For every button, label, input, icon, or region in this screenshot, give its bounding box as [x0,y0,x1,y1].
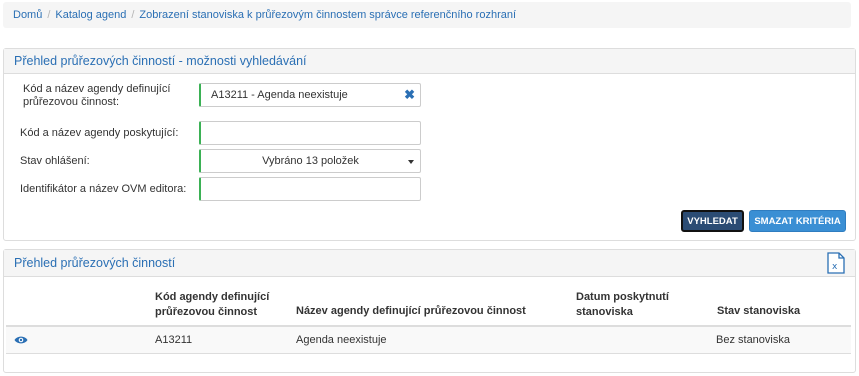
close-icon[interactable]: ✖ [404,87,415,103]
column-header-status[interactable]: Stav stanoviska [717,304,800,319]
defining-agenda-value: A13211 - Agenda neexistuje [211,89,348,101]
form-row-providing-agenda: Kód a název agendy poskytující: [20,127,195,140]
cell-status: Bez stanoviska [716,334,790,346]
field-label-providing-agenda: Kód a název agendy poskytující: [20,127,179,139]
breadcrumb-separator: / [131,9,135,21]
defining-agenda-input[interactable]: A13211 - Agenda neexistuje ✖ [199,83,421,107]
providing-agenda-input[interactable] [199,121,421,145]
cell-code: A13211 [155,334,193,346]
excel-export-icon[interactable]: x [827,252,845,277]
breadcrumb-agenda-catalog[interactable]: Katalog agend [55,9,126,21]
results-panel-title: Přehled průřezových činností [4,250,855,277]
column-header-code[interactable]: Kód agendy definující průřezovou činnost [155,290,285,320]
field-label-status: Stav ohlášení: [20,155,90,167]
search-panel: Přehled průřezových činností - možnosti … [3,48,856,241]
column-header-date[interactable]: Datum poskytnutí stanoviska [576,290,696,320]
breadcrumb-separator: / [47,9,51,21]
form-row-status: Stav ohlášení: [20,155,195,168]
status-select-value: Vybráno 13 položek [262,155,359,167]
search-panel-title: Přehled průřezových činností - možnosti … [4,49,855,74]
field-label-defining-agenda: Kód a název agendy definující průřezovou… [23,83,171,108]
status-select[interactable]: Vybráno 13 položek [199,149,421,173]
ovm-editor-input[interactable] [199,177,421,201]
cell-name: Agenda neexistuje [296,334,387,346]
svg-text:x: x [832,262,838,272]
search-button[interactable]: VYHLEDAT [681,210,744,232]
column-header-name[interactable]: Název agendy definující průřezovou činno… [296,304,526,319]
breadcrumb-home[interactable]: Domů [13,9,42,21]
chevron-down-icon [408,160,414,164]
breadcrumb-current: Zobrazení stanoviska k průřezovým činnos… [139,9,517,21]
form-row-ovm-editor: Identifikátor a název OVM editora: [20,183,195,196]
clear-criteria-button[interactable]: SMAZAT KRITÉRIA [749,210,846,232]
eye-icon[interactable] [14,335,28,348]
breadcrumb: Domů / Katalog agend / Zobrazení stanovi… [3,2,851,28]
field-label-ovm-editor: Identifikátor a název OVM editora: [20,183,187,195]
form-row-defining-agenda: Kód a název agendy definující průřezovou… [20,83,198,109]
